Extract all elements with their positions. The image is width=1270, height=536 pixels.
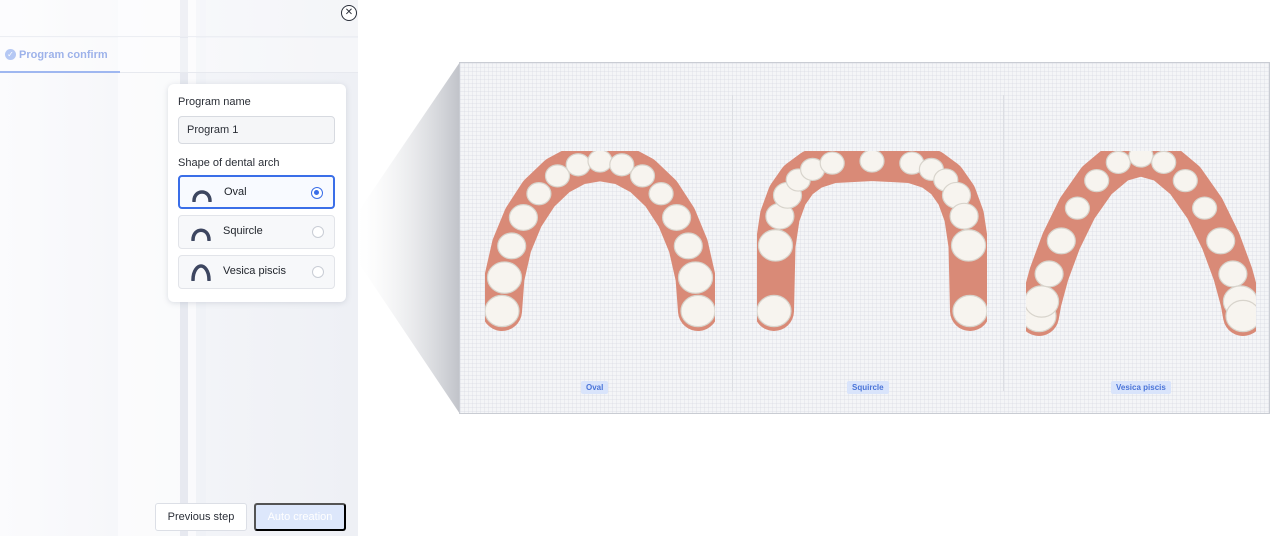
preview-label-squircle: Squircle	[847, 381, 889, 394]
tooth	[677, 261, 714, 294]
tooth	[544, 164, 571, 188]
tooth	[497, 232, 527, 260]
app-root: ✓ Program confirm Previous step Auto cre…	[0, 0, 1270, 536]
tab-label: Program confirm	[19, 48, 108, 61]
arch-option-oval[interactable]: Oval	[178, 175, 335, 209]
tooth	[485, 294, 520, 328]
tooth	[1206, 227, 1236, 255]
tooth	[609, 153, 635, 177]
tooth	[587, 151, 613, 173]
preview-label-oval: Oval	[581, 381, 609, 394]
tooth	[486, 261, 523, 294]
previous-step-button[interactable]: Previous step	[155, 503, 247, 531]
radio-button[interactable]	[311, 187, 323, 199]
program-card: Program name Shape of dental arch Oval S…	[168, 84, 346, 302]
option-label: Vesica piscis	[223, 265, 286, 277]
tooth	[757, 294, 792, 328]
tooth	[1128, 151, 1154, 168]
arch-shape-icon	[192, 190, 212, 202]
tooth	[1192, 196, 1218, 220]
tab-bar: ✓ Program confirm	[0, 38, 358, 73]
program-name-label: Program name	[178, 96, 251, 108]
tooth	[1172, 168, 1198, 193]
title-bar	[0, 0, 358, 37]
tooth	[662, 204, 692, 231]
close-icon[interactable]: ✕	[341, 5, 357, 21]
tooth	[629, 164, 656, 188]
tooth	[1064, 196, 1091, 220]
tooth	[673, 232, 703, 260]
program-name-input[interactable]	[178, 116, 335, 144]
preview-label-vesica-piscis: Vesica piscis	[1111, 381, 1171, 394]
arch-option-vesica-piscis[interactable]: Vesica piscis	[178, 255, 335, 289]
tooth	[680, 294, 715, 328]
tab-program-confirm[interactable]: ✓ Program confirm	[0, 38, 120, 73]
preview-divider	[732, 95, 733, 391]
tooth	[757, 229, 794, 262]
dental-arch-oval-image	[485, 151, 715, 331]
arch-shape-icon	[191, 264, 211, 281]
dental-arch-vesica-piscis-image	[1026, 151, 1256, 336]
tooth	[1105, 151, 1131, 175]
step-circle-icon: ✓	[5, 49, 16, 60]
option-label: Oval	[224, 186, 247, 198]
arch-shape-icon	[191, 228, 211, 241]
tooth	[1046, 227, 1076, 255]
tooth	[819, 151, 845, 175]
option-label: Squircle	[223, 225, 263, 237]
auto-creation-button[interactable]: Auto creation	[254, 503, 346, 531]
tooth	[1225, 299, 1256, 333]
radio-button[interactable]	[312, 226, 324, 238]
gum-shape	[485, 151, 715, 331]
arch-option-squircle[interactable]: Squircle	[178, 215, 335, 249]
tooth	[1034, 260, 1064, 288]
tooth	[1084, 168, 1110, 193]
dental-arch-squircle-image	[757, 151, 987, 331]
tooth	[859, 151, 885, 173]
radio-button[interactable]	[312, 266, 324, 278]
arch-shape-label: Shape of dental arch	[178, 157, 280, 169]
tooth	[1151, 151, 1177, 175]
tooth	[565, 153, 591, 177]
tooth	[952, 294, 987, 328]
tooth	[526, 182, 552, 206]
tooth	[508, 204, 539, 231]
arch-preview-panel: Oval Squircle Vesica piscis	[459, 62, 1270, 414]
zoom-callout-shape	[358, 62, 460, 414]
tooth	[1026, 285, 1060, 318]
tooth	[648, 182, 674, 206]
tooth	[949, 202, 979, 230]
tooth	[1218, 260, 1248, 288]
preview-divider	[1003, 95, 1004, 391]
tooth	[950, 229, 987, 262]
